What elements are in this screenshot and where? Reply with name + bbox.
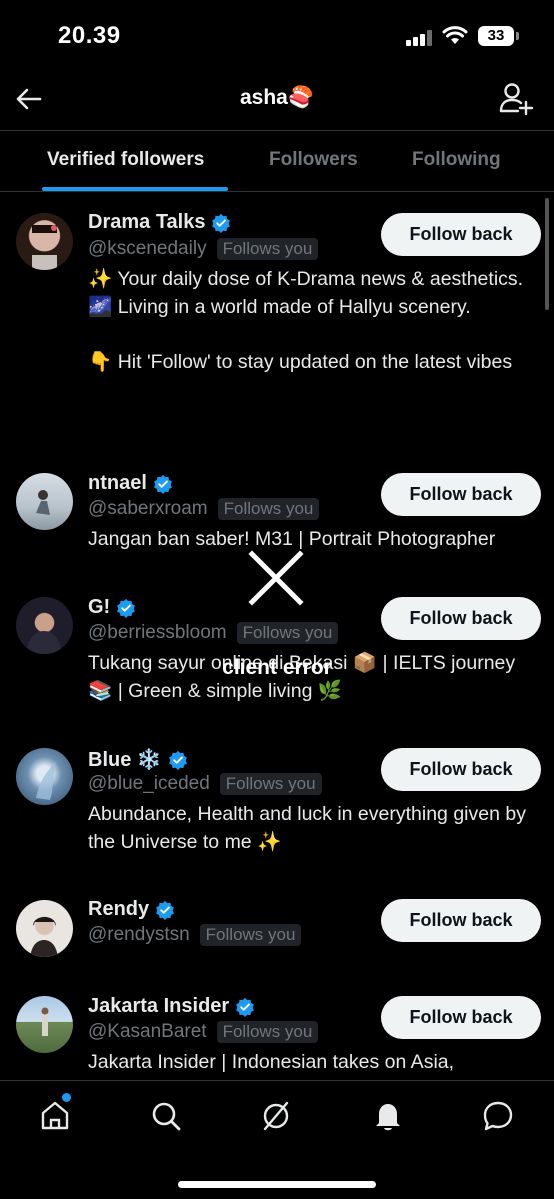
- avatar[interactable]: [16, 213, 73, 270]
- page-title: asha🍣: [239, 86, 314, 109]
- verified-icon: [236, 997, 255, 1017]
- user-handle: @berriessbloom: [88, 622, 227, 643]
- follow-back-button[interactable]: Follow back: [381, 899, 541, 942]
- user-bio: Jangan ban saber! M31 | Portrait Photogr…: [88, 528, 496, 550]
- follows-you-badge: Follows you: [236, 622, 339, 644]
- follows-you-badge: Follows you: [199, 924, 302, 946]
- user-bio: ✨ Your daily dose of K-Drama news & aest…: [88, 268, 524, 373]
- header: asha🍣: [0, 70, 554, 130]
- user-handle: @saberxroam: [88, 498, 208, 519]
- verified-icon: [212, 213, 231, 233]
- scrollbar[interactable]: [545, 198, 549, 310]
- wifi-icon: [442, 26, 468, 44]
- notification-dot: [62, 1093, 71, 1102]
- follower-tabs: Verified followers Followers Following: [0, 130, 554, 192]
- tab-verified-followers[interactable]: Verified followers: [47, 149, 204, 171]
- avatar[interactable]: [16, 748, 73, 805]
- user-handle: @KasanBaret: [88, 1021, 207, 1042]
- search-icon[interactable]: [149, 1099, 183, 1133]
- user-list[interactable]: Drama Talks @kscenedaily Follows you ✨ Y…: [0, 193, 554, 1080]
- battery-level: 33: [478, 26, 514, 46]
- user-name[interactable]: Rendy: [88, 898, 149, 921]
- tab-followers[interactable]: Followers: [269, 149, 358, 171]
- avatar[interactable]: [16, 900, 73, 957]
- user-name[interactable]: G!: [88, 596, 110, 619]
- status-bar: 20.39 33: [0, 0, 554, 70]
- user-name[interactable]: Blue ❄️: [88, 747, 162, 772]
- home-indicator: [178, 1181, 376, 1188]
- tab-following[interactable]: Following: [412, 149, 501, 171]
- follow-back-button[interactable]: Follow back: [381, 473, 541, 516]
- grok-icon[interactable]: [259, 1099, 293, 1133]
- error-message: client error: [222, 656, 332, 679]
- follows-you-badge: Follows you: [217, 498, 320, 520]
- user-handle: @blue_iceded: [88, 773, 210, 794]
- battery-tip: [516, 32, 519, 40]
- user-bio: Abundance, Health and luck in everything…: [88, 803, 526, 853]
- avatar[interactable]: [16, 996, 73, 1053]
- bell-icon[interactable]: [371, 1099, 405, 1133]
- status-time: 20.39: [58, 22, 121, 49]
- bottom-nav: [0, 1080, 554, 1199]
- follows-you-badge: Follows you: [216, 238, 319, 260]
- follows-you-badge: Follows you: [216, 1021, 319, 1043]
- user-handle: @kscenedaily: [88, 238, 207, 259]
- follows-you-badge: Follows you: [219, 773, 322, 795]
- user-name[interactable]: Drama Talks: [88, 211, 205, 234]
- active-tab-indicator: [42, 187, 228, 191]
- avatar[interactable]: [16, 473, 73, 530]
- verified-icon: [168, 750, 187, 770]
- follow-back-button[interactable]: Follow back: [381, 597, 541, 640]
- messages-icon[interactable]: [481, 1099, 515, 1133]
- user-name[interactable]: Jakarta Insider: [88, 995, 229, 1018]
- signal-icon: [406, 30, 434, 46]
- verified-icon: [117, 598, 136, 618]
- verified-icon: [156, 900, 175, 920]
- error-x-icon: [248, 550, 304, 606]
- user-bio: Jakarta Insider | Indonesian takes on As…: [88, 1051, 455, 1073]
- user-handle: @rendystsn: [88, 924, 190, 945]
- follow-back-button[interactable]: Follow back: [381, 748, 541, 791]
- avatar[interactable]: [16, 597, 73, 654]
- verified-icon: [153, 474, 172, 494]
- add-user-icon[interactable]: [498, 80, 534, 116]
- follow-back-button[interactable]: Follow back: [381, 213, 541, 256]
- follow-back-button[interactable]: Follow back: [381, 996, 541, 1039]
- user-name[interactable]: ntnael: [88, 472, 147, 495]
- home-icon[interactable]: [38, 1099, 72, 1133]
